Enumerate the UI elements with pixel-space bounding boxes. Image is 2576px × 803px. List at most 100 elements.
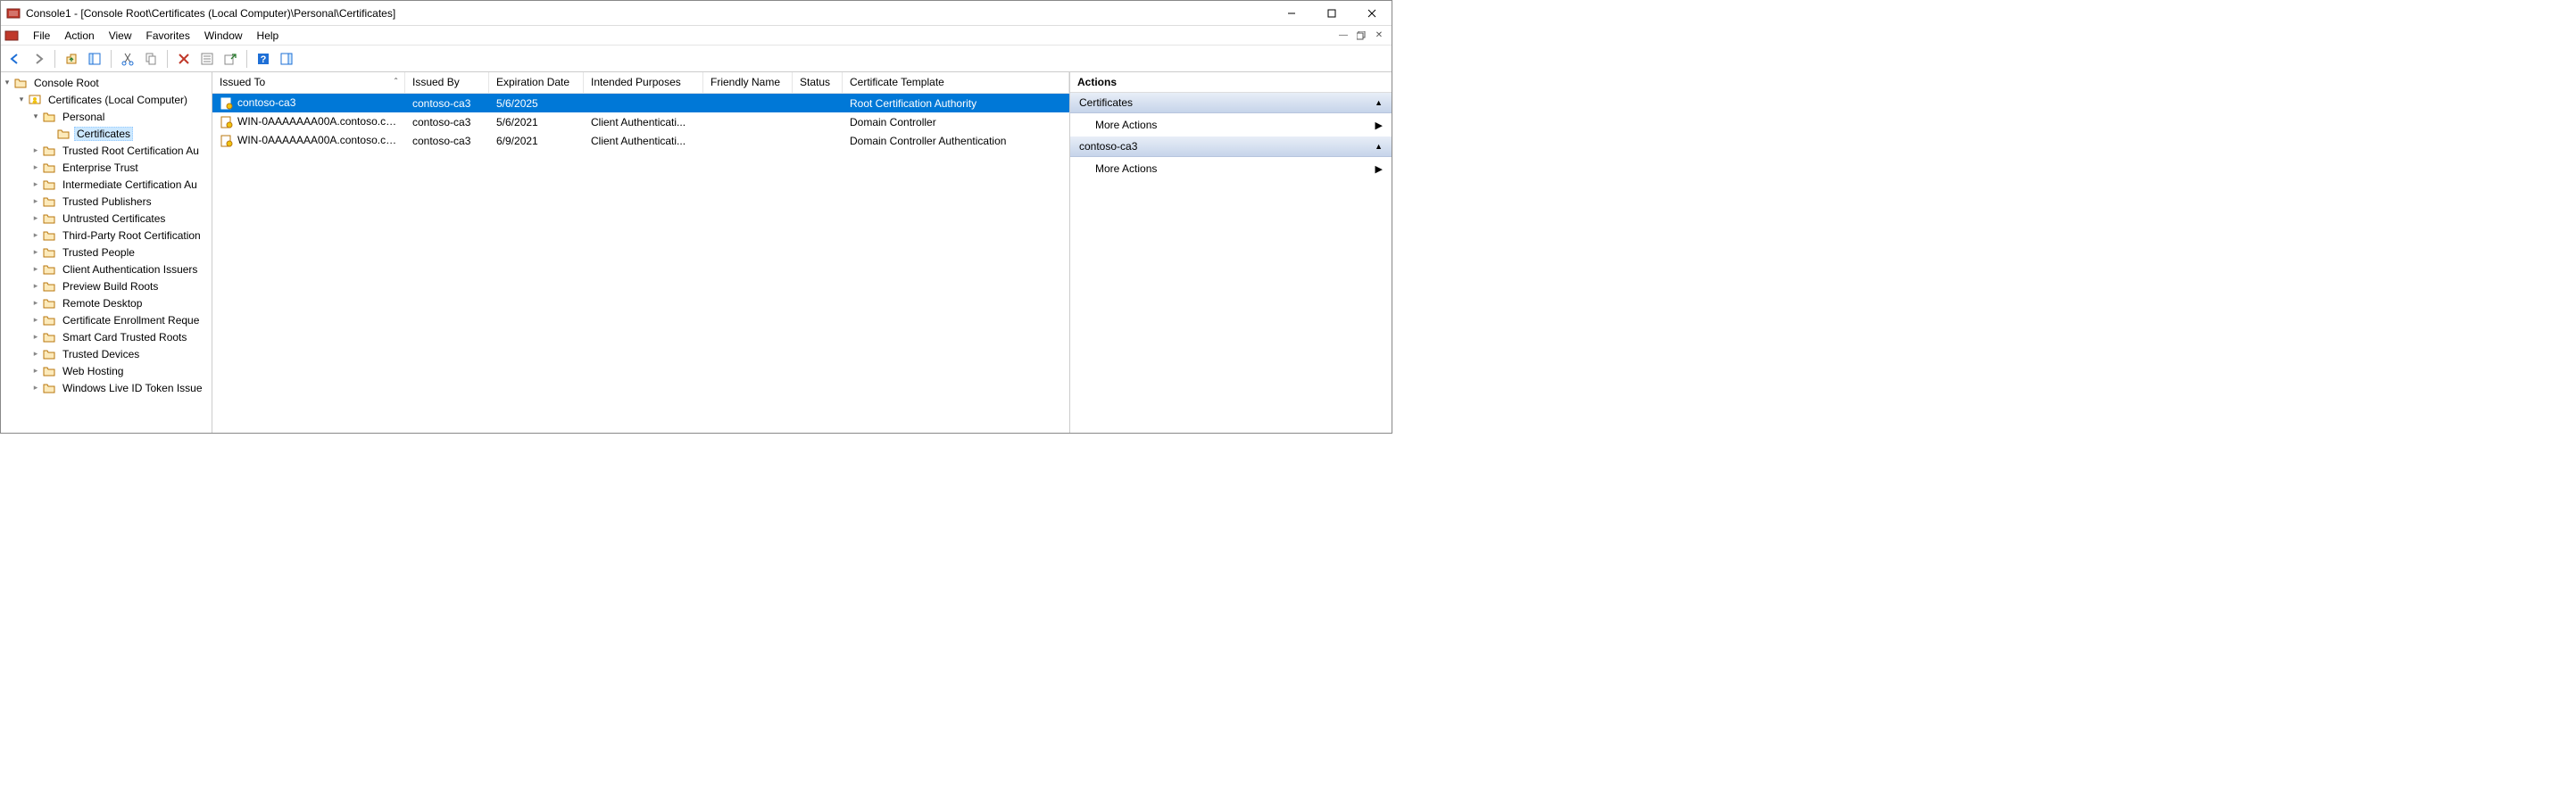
delete-button[interactable] — [173, 48, 195, 70]
action-more-certificates[interactable]: More Actions ▶ — [1070, 113, 1392, 137]
expand-icon[interactable]: ▸ — [29, 145, 42, 155]
tree-label: Certificates (Local Computer) — [46, 93, 190, 107]
show-hide-tree-button[interactable] — [84, 48, 105, 70]
action-section-selected[interactable]: contoso-ca3 ▲ — [1070, 137, 1392, 157]
action-more-selected[interactable]: More Actions ▶ — [1070, 157, 1392, 180]
separator — [111, 50, 112, 68]
tree-label: Trusted Publishers — [60, 195, 154, 209]
tree-folder[interactable]: ▸Trusted Devices — [29, 345, 212, 362]
tree-folder[interactable]: ▸Windows Live ID Token Issue — [29, 379, 212, 396]
expand-icon[interactable]: ▸ — [29, 383, 42, 393]
table-row[interactable]: contoso-ca3contoso-ca35/6/2025Root Certi… — [212, 94, 1069, 112]
tree-folder[interactable]: ▸ Trusted People — [29, 244, 212, 261]
collapse-up-icon[interactable]: ▲ — [1375, 142, 1383, 151]
folder-icon — [13, 76, 28, 90]
menu-view[interactable]: View — [102, 28, 139, 44]
tree-folder[interactable]: ▸Untrusted Certificates — [29, 210, 212, 227]
tree-label: Remote Desktop — [60, 296, 145, 310]
collapse-icon[interactable]: ▾ — [15, 95, 28, 104]
cell-status — [793, 139, 843, 143]
expand-icon[interactable]: ▸ — [29, 281, 42, 291]
table-row[interactable]: WIN-0AAAAAAA00A.contoso.comcontoso-ca35/… — [212, 112, 1069, 131]
expand-icon[interactable]: ▸ — [29, 162, 42, 172]
minimize-button[interactable] — [1271, 1, 1311, 26]
expand-icon[interactable]: ▸ — [29, 247, 42, 257]
window-title: Console1 - [Console Root\Certificates (L… — [26, 7, 1271, 20]
expand-icon[interactable]: ▸ — [29, 196, 42, 206]
tree-folder[interactable]: ▸Enterprise Trust — [29, 159, 212, 176]
menu-file[interactable]: File — [26, 28, 57, 44]
action-section-label: contoso-ca3 — [1079, 140, 1137, 153]
folder-icon — [42, 245, 56, 260]
workspace: ▾ Console Root ▾ Certificates (Local Com… — [1, 72, 1392, 433]
tree-folder[interactable]: ▸Client Authentication Issuers — [29, 261, 212, 277]
tree-label: Certificate Enrollment Reque — [60, 313, 202, 327]
back-button[interactable] — [4, 48, 26, 70]
col-purposes[interactable]: Intended Purposes — [584, 72, 703, 93]
collapse-up-icon[interactable]: ▲ — [1375, 98, 1383, 107]
tree-personal[interactable]: ▾ Personal — [29, 108, 212, 125]
sort-asc-icon: ⌃ — [393, 77, 399, 85]
tree-folder[interactable]: ▸Smart Card Trusted Roots — [29, 328, 212, 345]
expand-icon[interactable]: ▸ — [29, 298, 42, 308]
col-issued-to[interactable]: Issued To⌃ — [212, 72, 405, 93]
cell-friendly — [703, 102, 793, 105]
folder-icon — [42, 178, 56, 192]
expand-icon[interactable]: ▸ — [29, 213, 42, 223]
folder-icon — [42, 279, 56, 294]
tree-folder[interactable]: ▸Web Hosting — [29, 362, 212, 379]
menu-help[interactable]: Help — [250, 28, 287, 44]
expand-icon[interactable]: ▸ — [29, 349, 42, 359]
folder-icon — [42, 296, 56, 310]
mdi-close[interactable]: ✕ — [1370, 28, 1388, 44]
mdi-restore[interactable] — [1352, 28, 1370, 44]
expand-icon[interactable]: ▸ — [29, 179, 42, 189]
tree-folder[interactable]: ▸Intermediate Certification Au — [29, 176, 212, 193]
tree-console-root[interactable]: ▾ Console Root — [1, 74, 212, 91]
collapse-icon[interactable]: ▾ — [1, 78, 13, 87]
forward-button[interactable] — [28, 48, 49, 70]
tree-pane[interactable]: ▾ Console Root ▾ Certificates (Local Com… — [1, 72, 212, 433]
col-expiration[interactable]: Expiration Date — [489, 72, 584, 93]
col-status[interactable]: Status — [793, 72, 843, 93]
col-friendly[interactable]: Friendly Name — [703, 72, 793, 93]
properties-button[interactable] — [196, 48, 218, 70]
tree-folder[interactable]: ▸Preview Build Roots — [29, 277, 212, 294]
tree-folder[interactable]: ▸ Remote Desktop — [29, 294, 212, 311]
tree-folder[interactable]: ▸ Trusted Publishers — [29, 193, 212, 210]
cut-button[interactable] — [117, 48, 138, 70]
expand-icon[interactable]: ▸ — [29, 230, 42, 240]
action-section-certificates[interactable]: Certificates ▲ — [1070, 93, 1392, 113]
show-hide-action-button[interactable] — [276, 48, 297, 70]
cell-friendly — [703, 139, 793, 143]
folder-icon — [42, 313, 56, 327]
maximize-button[interactable] — [1311, 1, 1351, 26]
mdi-minimize[interactable]: — — [1334, 28, 1352, 44]
separator — [54, 50, 55, 68]
folder-icon — [42, 381, 56, 395]
menu-favorites[interactable]: Favorites — [139, 28, 197, 44]
tree-folder[interactable]: ▸Third-Party Root Certification — [29, 227, 212, 244]
collapse-icon[interactable]: ▾ — [29, 112, 42, 121]
export-button[interactable] — [220, 48, 241, 70]
menu-window[interactable]: Window — [197, 28, 250, 44]
folder-icon — [56, 127, 71, 141]
tree-label: Certificates — [74, 127, 133, 141]
up-button[interactable] — [61, 48, 82, 70]
expand-icon[interactable]: ▸ — [29, 315, 42, 325]
tree-label: Trusted People — [60, 245, 137, 260]
tree-folder[interactable]: ▸ Certificate Enrollment Reque — [29, 311, 212, 328]
expand-icon[interactable]: ▸ — [29, 264, 42, 274]
col-template[interactable]: Certificate Template — [843, 72, 1069, 93]
expand-icon[interactable]: ▸ — [29, 366, 42, 376]
copy-button[interactable] — [140, 48, 162, 70]
menu-action[interactable]: Action — [57, 28, 101, 44]
expand-icon[interactable]: ▸ — [29, 332, 42, 342]
help-button[interactable]: ? — [253, 48, 274, 70]
tree-certificates[interactable]: Certificates — [44, 125, 212, 142]
col-issued-by[interactable]: Issued By — [405, 72, 489, 93]
tree-certificates-local[interactable]: ▾ Certificates (Local Computer) — [15, 91, 212, 108]
table-row[interactable]: WIN-0AAAAAAA00A.contoso.comcontoso-ca36/… — [212, 131, 1069, 150]
close-button[interactable] — [1351, 1, 1392, 26]
tree-folder[interactable]: ▸Trusted Root Certification Au — [29, 142, 212, 159]
